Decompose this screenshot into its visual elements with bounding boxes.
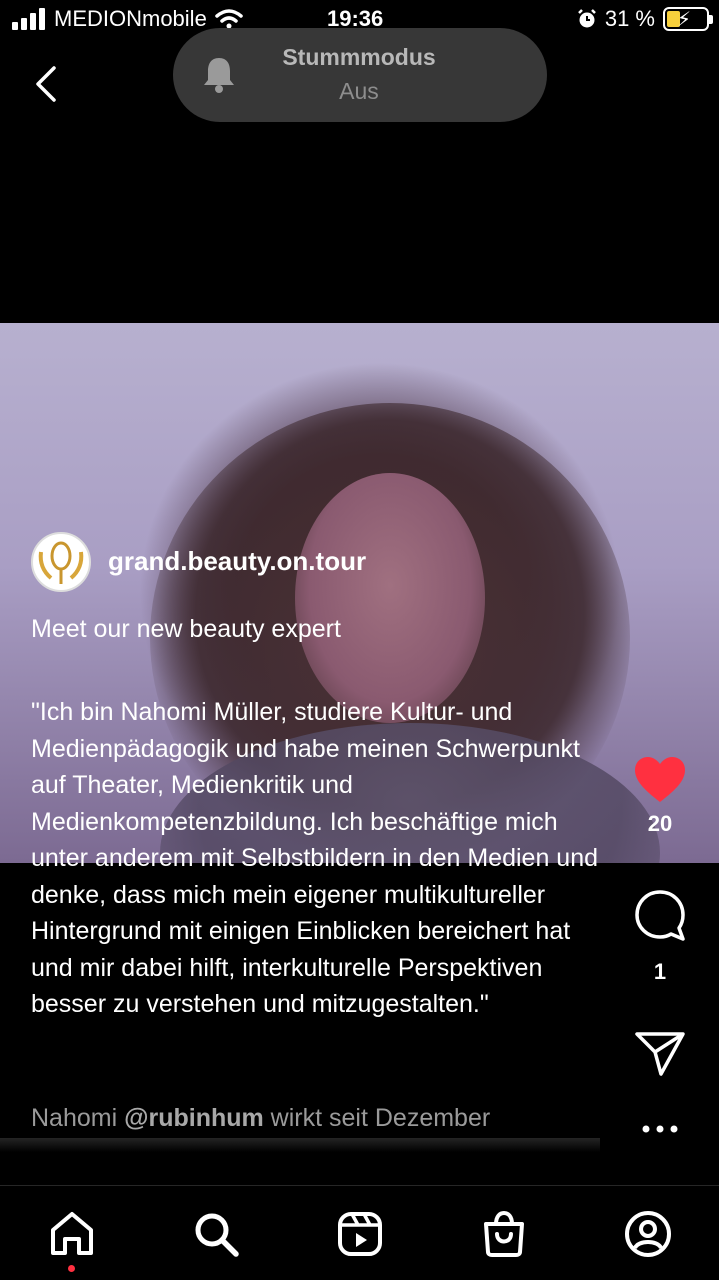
bottom-nav [0,1185,719,1280]
profile-icon [625,1211,671,1257]
mention-link[interactable]: @rubinhum [124,1104,264,1132]
caption-more-suffix: wirkt seit Dezember [263,1104,491,1132]
caption-more-prefix: Nahomi [31,1104,125,1132]
carrier-name: MEDIONmobile [54,6,207,31]
home-activity-dot [68,1265,75,1272]
nav-shop[interactable] [480,1210,528,1258]
search-icon [195,1213,239,1257]
toast-subtitle: Aus [339,78,379,104]
comment-icon [635,890,685,941]
bell-icon [204,58,234,93]
nav-reels[interactable] [336,1210,384,1258]
more-icon [642,1125,678,1133]
battery-icon: ⚡ [663,7,713,31]
post-tagline: Meet our new beauty expert [31,615,341,643]
silent-mode-toast: Stummmodus Aus [173,28,547,122]
send-icon [635,1032,685,1076]
brand-logo-icon [38,541,84,584]
home-icon [51,1212,93,1255]
caption-more[interactable]: Nahomi @rubinhum wirkt seit Dezember [31,1104,611,1138]
heart-icon [635,757,685,802]
like-count: 20 [647,811,673,836]
post-username[interactable]: grand.beauty.on.tour [108,546,366,577]
nav-home[interactable] [48,1210,96,1258]
nav-profile[interactable] [624,1210,672,1258]
more-options-button[interactable] [630,1122,690,1140]
signal-icon [12,8,45,30]
battery-percent: 31 % [604,6,655,31]
nav-search[interactable] [192,1210,240,1258]
comment-count: 1 [653,959,667,984]
back-button[interactable] [28,62,68,106]
reels-icon [338,1212,382,1256]
toast-title: Stummmodus [282,44,436,70]
post-quote: "Ich bin Nahomi Müller, studiere Kultur-… [31,698,599,1018]
comment-button[interactable]: 1 [630,888,690,985]
alarm-icon [577,9,596,28]
shop-icon [484,1210,524,1257]
caption-fade [0,1138,600,1152]
share-button[interactable] [630,1030,690,1083]
wifi-icon [215,9,243,29]
back-chevron-icon [36,66,56,102]
avatar[interactable] [31,532,91,592]
like-button[interactable]: 20 [630,756,690,837]
video-subject-face [295,473,485,723]
